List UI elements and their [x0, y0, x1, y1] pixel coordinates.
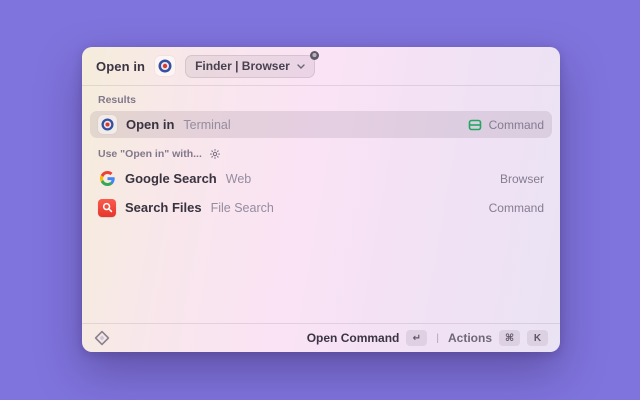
- section-results: Results: [82, 86, 560, 111]
- footer-divider: |: [436, 332, 439, 344]
- section-use-with: Use "Open in" with...: [82, 140, 560, 165]
- result-title: Search Files: [125, 200, 202, 215]
- result-accessory-label: Command: [488, 117, 544, 132]
- argument-dropdown-value: Finder | Browser: [195, 59, 290, 73]
- return-key-badge: ↵: [406, 330, 428, 346]
- primary-action-label[interactable]: Open Command: [307, 331, 400, 345]
- section-results-label: Results: [98, 94, 136, 106]
- result-subtitle: File Search: [210, 200, 274, 215]
- section-use-with-label: Use "Open in" with...: [98, 148, 202, 160]
- result-accessory: Browser: [500, 172, 544, 186]
- chevron-down-icon: [297, 63, 305, 69]
- command-title: Open in: [96, 58, 146, 74]
- result-row-search-files[interactable]: Search Files File Search Command: [90, 194, 552, 221]
- footer-bar: Open Command ↵ | Actions ⌘ K: [82, 323, 560, 352]
- dropdown-notification-badge: [309, 50, 319, 60]
- k-key-badge: K: [527, 330, 548, 346]
- result-accessory-label: Browser: [499, 171, 544, 186]
- google-icon: [98, 170, 116, 188]
- result-title: Open in: [126, 117, 175, 132]
- open-in-compass-icon: [158, 59, 172, 73]
- terminal-window-icon: [468, 119, 481, 130]
- open-in-icon-chip: [98, 115, 117, 134]
- footer-actions: Open Command ↵ | Actions ⌘ K: [307, 330, 548, 346]
- result-accessory-label: Command: [488, 200, 544, 215]
- result-subtitle: Web: [225, 171, 252, 186]
- result-row-google-search[interactable]: Google Search Web Browser: [90, 165, 552, 192]
- result-row-open-in-terminal[interactable]: Open in Terminal Command: [90, 111, 552, 138]
- result-accessory: Command: [468, 118, 544, 132]
- results-list: Results Open in Terminal Command Use "Op…: [82, 86, 560, 323]
- result-title: Google Search: [125, 171, 217, 186]
- gear-icon[interactable]: [209, 148, 221, 160]
- actions-menu-label[interactable]: Actions: [448, 331, 492, 345]
- result-subtitle: Terminal: [183, 117, 231, 132]
- file-search-icon: [98, 198, 116, 217]
- command-header: Open in Finder | Browser: [82, 47, 560, 86]
- argument-dropdown[interactable]: Finder | Browser: [185, 50, 319, 78]
- raycast-launcher-window: Open in Finder | Browser Results Open in…: [82, 47, 560, 352]
- raycast-diamond-icon: [94, 330, 110, 346]
- open-in-compass-icon: [101, 118, 114, 131]
- cmd-key-badge: ⌘: [499, 330, 520, 346]
- extension-icon-chip: [155, 56, 176, 76]
- result-accessory: Command: [489, 201, 544, 215]
